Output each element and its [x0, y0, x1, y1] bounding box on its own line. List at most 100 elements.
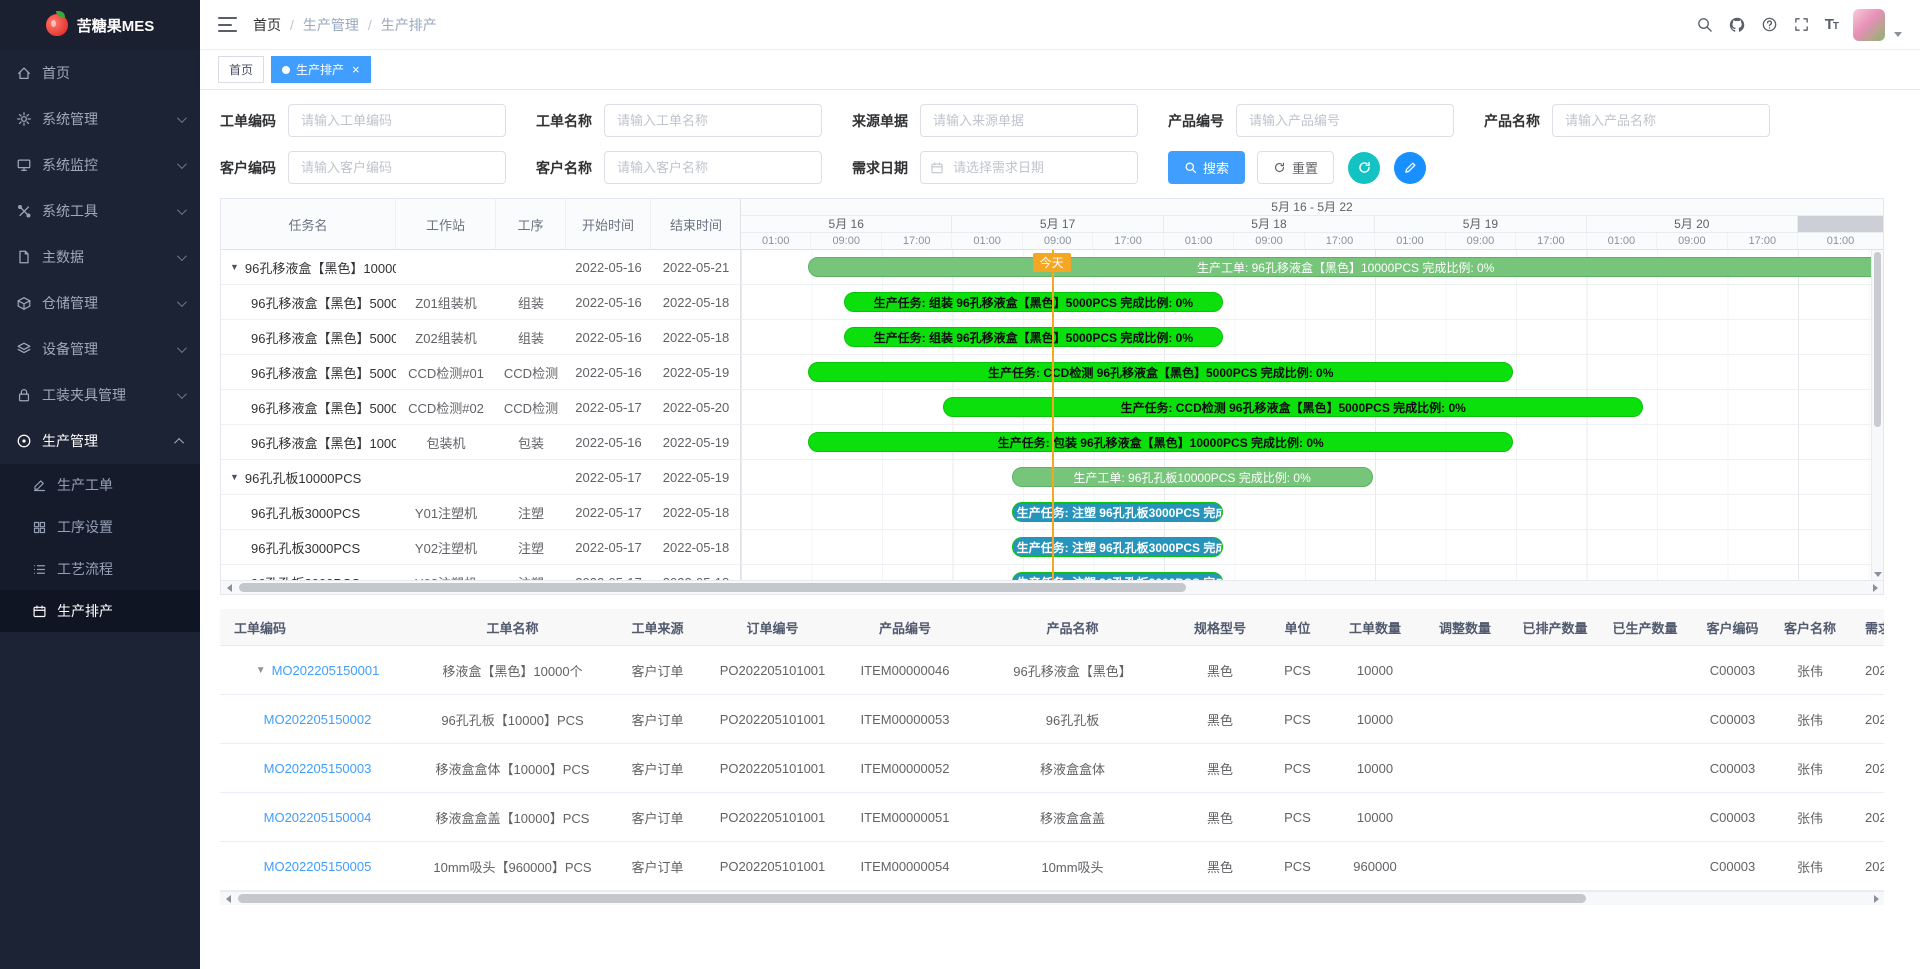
work-order-link[interactable]: MO202205150003 — [264, 761, 372, 776]
sidebar-item-tools[interactable]: 系统工具 — [0, 188, 200, 234]
tools-icon — [16, 203, 32, 219]
gantt-timeline-row: 生产任务: CCD检测 96孔移液盒【黑色】5000PCS 完成比例: 0% — [741, 355, 1883, 390]
sidebar-submenu: 生产工单工序设置工艺流程生产排产 — [0, 464, 200, 632]
sidebar-subitem-work-order[interactable]: 生产工单 — [0, 464, 200, 506]
text-input[interactable] — [604, 151, 822, 184]
gantt-bar[interactable]: 生产任务: CCD检测 96孔移液盒【黑色】5000PCS 完成比例: 0% — [943, 397, 1643, 417]
sidebar-subitem-process-flow[interactable]: 工艺流程 — [0, 548, 200, 590]
work-order-link[interactable]: MO202205150001 — [272, 663, 380, 678]
task-name-cell: 96孔孔板3000PCS — [221, 565, 396, 580]
text-input[interactable] — [604, 104, 822, 137]
fullscreen-icon[interactable] — [1793, 16, 1810, 33]
sidebar-subitem-scheduling[interactable]: 生产排产 — [0, 590, 200, 632]
sidebar-item-home[interactable]: 首页 — [0, 50, 200, 96]
scroll-right-arrow[interactable] — [1871, 894, 1881, 904]
reset-button[interactable]: 重置 — [1257, 151, 1334, 184]
gantt-horizontal-scrollbar[interactable] — [221, 580, 1883, 594]
scroll-down-arrow[interactable] — [1874, 572, 1882, 577]
table-cell-order: PO202205101001 — [705, 761, 840, 776]
monitor-icon — [16, 157, 32, 173]
schedule-icon — [32, 604, 47, 619]
tag-home[interactable]: 首页 — [218, 56, 264, 83]
github-icon[interactable] — [1728, 16, 1746, 34]
help-icon[interactable] — [1761, 16, 1778, 33]
search-button[interactable]: 搜索 — [1168, 151, 1245, 184]
sidebar-subitem-label: 生产排产 — [57, 601, 113, 621]
avatar[interactable] — [1853, 9, 1885, 41]
sidebar-item-master-data[interactable]: 主数据 — [0, 234, 200, 280]
expand-caret-icon[interactable]: ▼ — [256, 665, 266, 676]
breadcrumb-item[interactable]: 首页 — [253, 15, 281, 35]
gantt-bar[interactable]: 生产任务: 注塑 96孔孔板3000PCS 完成比例: 0% — [1012, 572, 1223, 580]
work-order-link[interactable]: MO202205150002 — [264, 712, 372, 727]
gantt-time-label: 01:00 — [1587, 233, 1657, 249]
gantt-bar[interactable]: 生产任务: 注塑 96孔孔板3000PCS 完成比例: 0% — [1012, 537, 1223, 557]
close-icon[interactable]: × — [352, 63, 360, 76]
gantt-time-label: 09:00 — [1023, 233, 1093, 249]
table-row: MO20220515000296孔孔板【10000】PCS客户订单PO20220… — [220, 695, 1884, 744]
gantt-task-row: 96孔孔板3000PCSY03注塑机注塑2022-05-172022-05-18 — [221, 565, 740, 580]
table-horizontal-scrollbar[interactable] — [220, 891, 1884, 905]
table-cell-item: ITEM00000053 — [840, 712, 970, 727]
tag-scheduling[interactable]: 生产排产 × — [271, 56, 371, 83]
gantt-bar[interactable]: 生产工单: 96孔移液盒【黑色】10000PCS 完成比例: 0% — [808, 257, 1883, 277]
table-row: MO202205150004移液盒盒盖【10000】PCS客户订单PO20220… — [220, 793, 1884, 842]
gantt-bar[interactable]: 生产任务: 组装 96孔移液盒【黑色】5000PCS 完成比例: 0% — [844, 292, 1223, 312]
process-cell: 注塑 — [496, 495, 566, 529]
today-marker-line — [1052, 250, 1054, 580]
edit-columns-button[interactable] — [1394, 152, 1426, 184]
app-logo[interactable]: 苦糖果MES — [0, 0, 200, 50]
gantt-bar[interactable]: 生产任务: 包装 96孔移液盒【黑色】10000PCS 完成比例: 0% — [808, 432, 1513, 452]
refresh-button[interactable] — [1348, 152, 1380, 184]
table-cell-name: 移液盒【黑色】10000个 — [415, 661, 610, 680]
scroll-left-arrow[interactable] — [224, 583, 234, 593]
search-icon[interactable] — [1696, 16, 1713, 33]
collapse-caret-icon[interactable]: ▼ — [230, 472, 239, 482]
hamburger-icon[interactable] — [218, 17, 237, 32]
breadcrumb-item[interactable]: 生产排产 — [381, 15, 437, 35]
gantt-bar[interactable]: 生产任务: 注塑 96孔孔板3000PCS 完成比例: 0% — [1012, 502, 1223, 522]
sidebar-subitem-process-settings[interactable]: 工序设置 — [0, 506, 200, 548]
scrollbar-thumb[interactable] — [238, 894, 1586, 903]
scroll-left-arrow[interactable] — [223, 894, 233, 904]
text-input[interactable] — [288, 104, 506, 137]
search-icon — [1696, 16, 1713, 33]
gantt-grid-header: 任务名工作站工序开始时间结束时间 — [221, 199, 741, 249]
gantt-task-row: ▼96孔孔板10000PCS2022-05-172022-05-19 — [221, 460, 740, 495]
caret-down-icon[interactable] — [1894, 32, 1902, 37]
sidebar-item-fixtures[interactable]: 工装夹具管理 — [0, 372, 200, 418]
table-column-header: 调整数量 — [1420, 618, 1510, 637]
work-order-link[interactable]: MO202205150004 — [264, 810, 372, 825]
sidebar-item-monitoring[interactable]: 系统监控 — [0, 142, 200, 188]
app-logo-icon — [46, 14, 68, 36]
filter-actions: 搜索重置 — [1168, 151, 1426, 184]
gantt-bar[interactable]: 生产工单: 96孔孔板10000PCS 完成比例: 0% — [1012, 467, 1373, 487]
date-input[interactable] — [920, 151, 1138, 184]
font-size-icon[interactable]: TT — [1825, 16, 1838, 33]
task-name-cell: 96孔孔板3000PCS — [221, 530, 396, 564]
gantt-column-header: 工作站 — [396, 199, 496, 249]
sidebar-item-system-mgmt[interactable]: 系统管理 — [0, 96, 200, 142]
scrollbar-thumb[interactable] — [239, 583, 1186, 592]
gantt-task-row: 96孔移液盒【黑色】10000PCS包装机包装2022-05-162022-05… — [221, 425, 740, 460]
gantt-time-label: 01:00 — [1164, 233, 1234, 249]
gantt-bar[interactable]: 生产任务: CCD检测 96孔移液盒【黑色】5000PCS 完成比例: 0% — [808, 362, 1513, 382]
text-input[interactable] — [1552, 104, 1770, 137]
text-input[interactable] — [920, 104, 1138, 137]
text-input[interactable] — [1236, 104, 1454, 137]
gantt-bar[interactable]: 生产任务: 组装 96孔移液盒【黑色】5000PCS 完成比例: 0% — [844, 327, 1223, 347]
text-input[interactable] — [288, 151, 506, 184]
sidebar-item-production[interactable]: 生产管理 — [0, 418, 200, 464]
gantt-vertical-scrollbar[interactable] — [1871, 250, 1883, 580]
gantt-task-row: 96孔孔板3000PCSY02注塑机注塑2022-05-172022-05-18 — [221, 530, 740, 565]
task-name-cell: 96孔移液盒【黑色】5000PCS — [221, 320, 396, 354]
scrollbar-thumb[interactable] — [1874, 252, 1881, 427]
edit-icon — [32, 478, 47, 493]
start-time-cell: 2022-05-16 — [566, 285, 651, 319]
work-order-link[interactable]: MO202205150005 — [264, 859, 372, 874]
scroll-right-arrow[interactable] — [1870, 583, 1880, 593]
collapse-caret-icon[interactable]: ▼ — [230, 262, 239, 272]
sidebar-item-equipment[interactable]: 设备管理 — [0, 326, 200, 372]
sidebar-item-warehouse[interactable]: 仓储管理 — [0, 280, 200, 326]
breadcrumb-item[interactable]: 生产管理 — [303, 15, 359, 35]
